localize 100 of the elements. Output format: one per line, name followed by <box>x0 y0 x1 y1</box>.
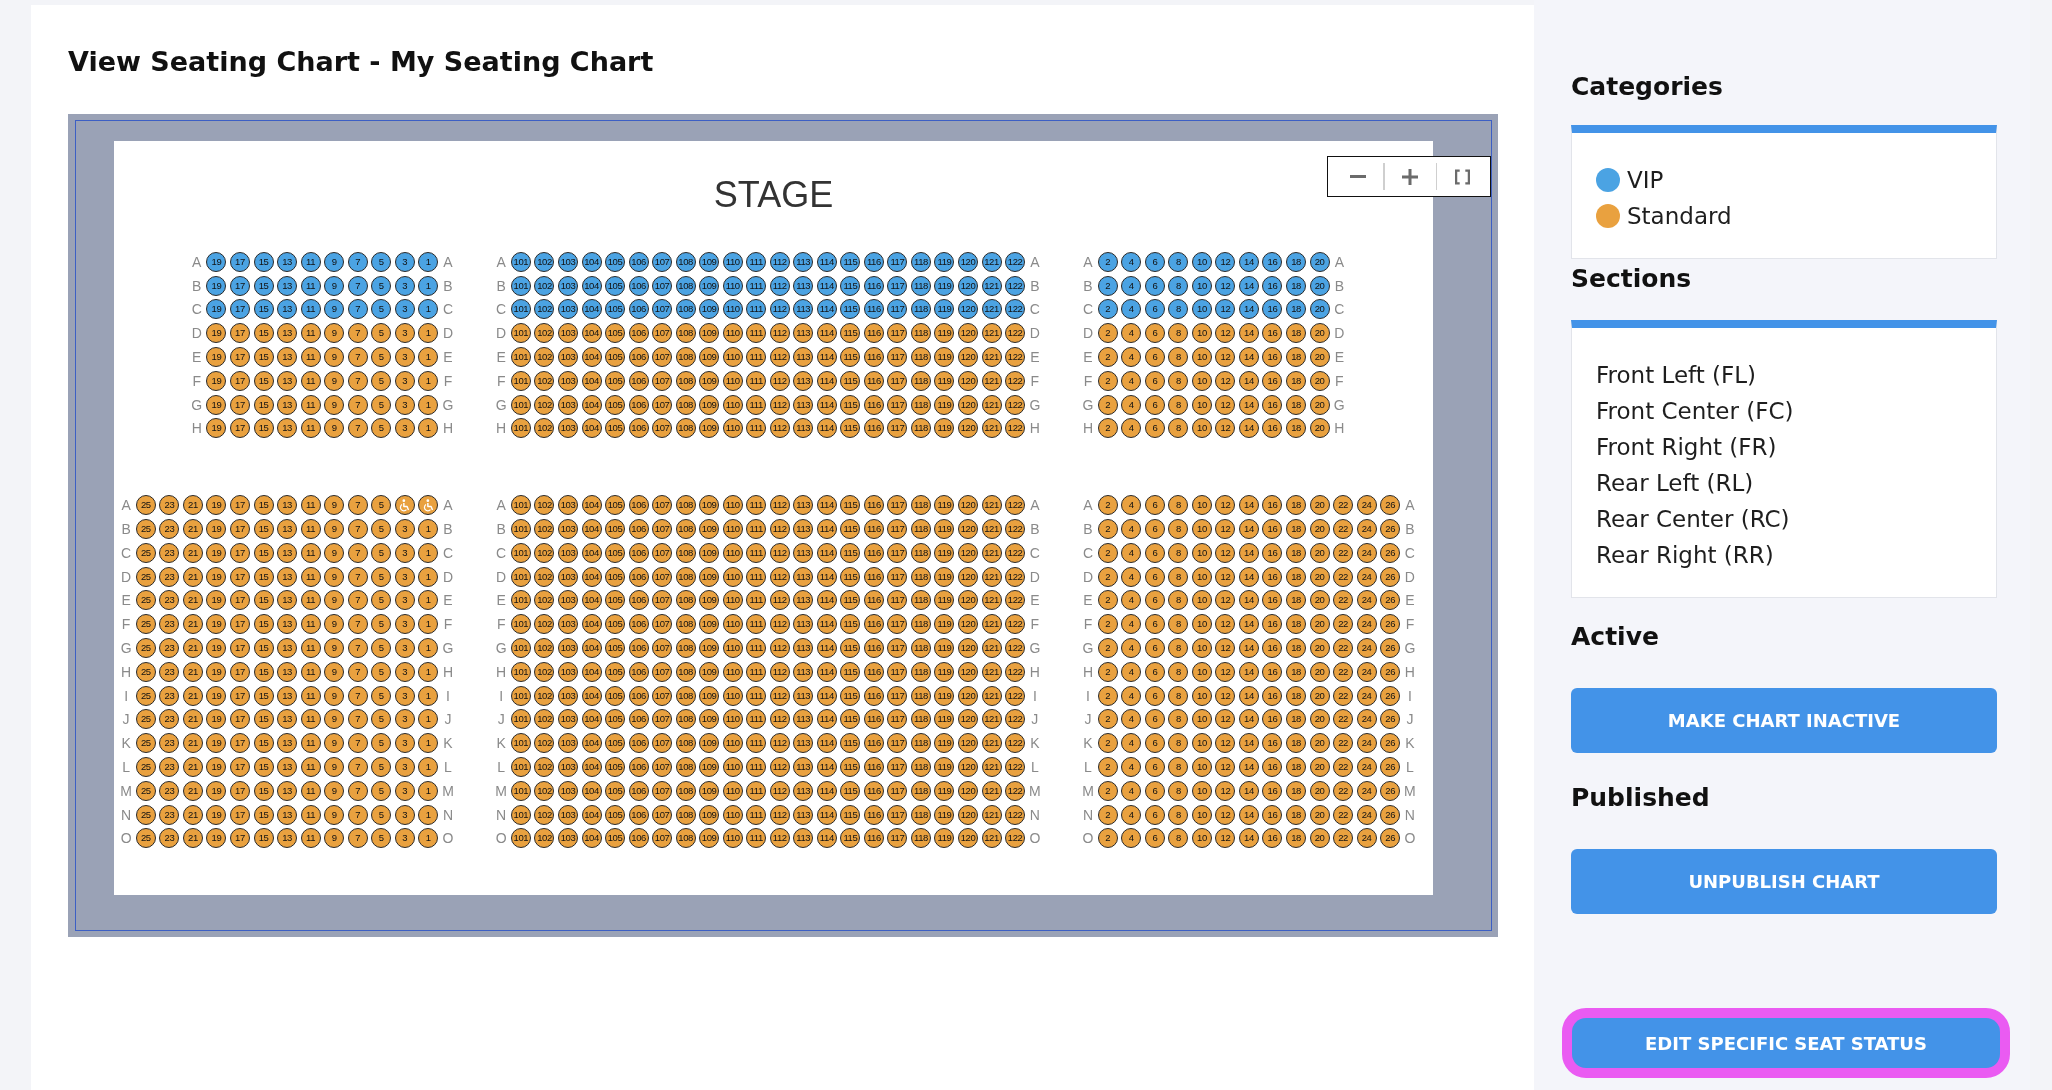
seat[interactable]: 113 <box>793 685 814 706</box>
seat[interactable]: 113 <box>793 347 814 368</box>
seat[interactable]: 8 <box>1168 495 1189 516</box>
seat[interactable]: 6 <box>1144 347 1165 368</box>
seat[interactable]: 2 <box>1097 370 1118 391</box>
seat[interactable]: 105 <box>605 828 626 849</box>
seat[interactable]: 1 <box>418 661 439 682</box>
seat[interactable]: 20 <box>1309 828 1330 849</box>
seat[interactable]: 17 <box>230 323 250 344</box>
seat[interactable]: 4 <box>1121 638 1142 659</box>
seat[interactable]: 120 <box>958 638 978 659</box>
seat[interactable]: 107 <box>652 418 673 439</box>
seat[interactable]: 5 <box>371 828 392 849</box>
seat[interactable]: 107 <box>652 590 673 611</box>
seat[interactable]: 26 <box>1380 828 1401 849</box>
seat[interactable]: 4 <box>1121 828 1142 849</box>
seat[interactable]: 107 <box>652 394 673 415</box>
seat[interactable]: 115 <box>840 519 861 540</box>
seat[interactable]: 111 <box>746 495 767 516</box>
seat[interactable]: 116 <box>863 804 884 825</box>
seat[interactable]: 4 <box>1121 685 1142 706</box>
seat[interactable]: 12 <box>1215 566 1236 587</box>
seat[interactable]: 108 <box>675 251 696 272</box>
seat[interactable]: 4 <box>1121 709 1142 730</box>
seat[interactable]: 108 <box>675 709 696 730</box>
seat[interactable]: 113 <box>793 418 814 439</box>
seat[interactable]: 104 <box>581 757 602 778</box>
seat[interactable]: 20 <box>1309 780 1330 801</box>
seat[interactable]: 12 <box>1215 614 1236 635</box>
seat[interactable]: 117 <box>887 614 908 635</box>
seat[interactable]: 7 <box>347 275 368 296</box>
seat[interactable]: 17 <box>230 733 250 754</box>
seat[interactable]: 1 <box>418 614 439 635</box>
seat[interactable]: 111 <box>746 323 767 344</box>
seat[interactable]: 25 <box>135 638 156 659</box>
seat[interactable]: 19 <box>206 323 227 344</box>
seat[interactable]: 6 <box>1144 519 1165 540</box>
seat[interactable]: 118 <box>910 566 931 587</box>
seat[interactable]: 114 <box>816 828 837 849</box>
seat[interactable]: 115 <box>840 370 861 391</box>
seat[interactable]: 104 <box>581 418 602 439</box>
seat[interactable]: 15 <box>253 275 274 296</box>
seat[interactable]: 26 <box>1380 757 1401 778</box>
seat[interactable]: 14 <box>1238 757 1259 778</box>
seat[interactable]: 20 <box>1309 495 1330 516</box>
seat[interactable]: 104 <box>581 709 602 730</box>
seat[interactable]: 117 <box>887 638 908 659</box>
seat[interactable]: 19 <box>206 542 227 563</box>
seat[interactable]: 16 <box>1262 299 1283 320</box>
seat[interactable]: 11 <box>300 347 321 368</box>
seat[interactable]: 104 <box>581 495 602 516</box>
seat[interactable]: 4 <box>1121 661 1142 682</box>
seat[interactable]: 112 <box>769 590 790 611</box>
seat[interactable]: 18 <box>1286 661 1306 682</box>
seat[interactable]: 3 <box>394 709 415 730</box>
seat[interactable]: 118 <box>910 590 931 611</box>
seat[interactable]: 6 <box>1144 275 1165 296</box>
seat[interactable]: 6 <box>1144 709 1165 730</box>
seat[interactable]: 102 <box>534 275 555 296</box>
seat[interactable]: 101 <box>510 394 531 415</box>
seat[interactable]: 103 <box>558 418 578 439</box>
seat[interactable]: 105 <box>605 757 626 778</box>
seat[interactable]: 14 <box>1238 299 1259 320</box>
seat[interactable]: 5 <box>371 638 392 659</box>
seat[interactable]: 105 <box>605 519 626 540</box>
seat[interactable]: 17 <box>230 394 250 415</box>
seat[interactable]: 2 <box>1097 757 1118 778</box>
seat[interactable]: 11 <box>300 323 321 344</box>
seat[interactable]: 12 <box>1215 804 1236 825</box>
seat[interactable]: 121 <box>981 347 1002 368</box>
seat[interactable]: 116 <box>863 757 884 778</box>
seat[interactable]: 106 <box>628 251 649 272</box>
seat[interactable]: 13 <box>277 709 298 730</box>
seat[interactable]: 101 <box>510 323 531 344</box>
seat[interactable]: 109 <box>699 590 720 611</box>
seat[interactable]: 9 <box>324 566 345 587</box>
seat[interactable]: 17 <box>230 757 250 778</box>
seat[interactable]: 7 <box>347 519 368 540</box>
seat[interactable]: 105 <box>605 685 626 706</box>
seat[interactable]: 115 <box>840 251 861 272</box>
seat[interactable]: 115 <box>840 757 861 778</box>
seat[interactable]: 20 <box>1309 661 1330 682</box>
seat[interactable]: 101 <box>510 709 531 730</box>
seat[interactable]: 21 <box>182 780 203 801</box>
seat[interactable]: 6 <box>1144 370 1165 391</box>
seat[interactable]: 113 <box>793 251 814 272</box>
seat[interactable]: 2 <box>1097 709 1118 730</box>
seat[interactable]: 15 <box>253 495 274 516</box>
seat[interactable]: 109 <box>699 638 720 659</box>
seat[interactable]: 10 <box>1191 566 1212 587</box>
seat[interactable]: 7 <box>347 685 368 706</box>
seat[interactable]: 15 <box>253 685 274 706</box>
seat[interactable]: 21 <box>182 590 203 611</box>
seat[interactable]: 11 <box>300 828 321 849</box>
seat[interactable]: 9 <box>324 661 345 682</box>
seat[interactable]: 16 <box>1262 347 1283 368</box>
seat[interactable]: 102 <box>534 394 555 415</box>
seat[interactable]: 106 <box>628 685 649 706</box>
seat[interactable]: 12 <box>1215 251 1236 272</box>
seat[interactable] <box>394 495 415 516</box>
